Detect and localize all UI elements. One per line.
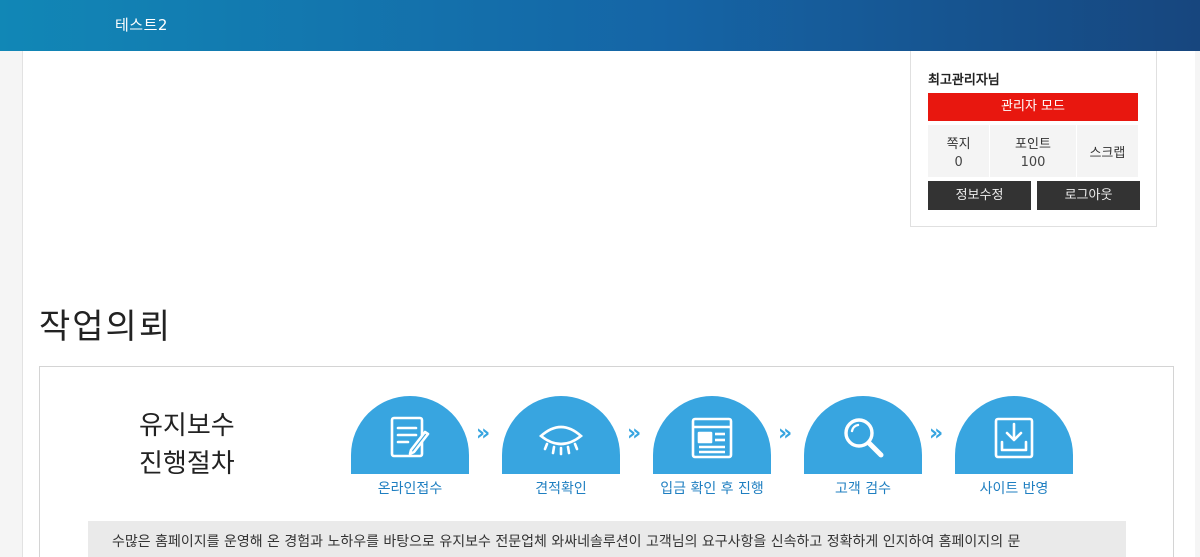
stat-point-value: 100 <box>1020 154 1046 170</box>
step-circle <box>653 396 771 474</box>
user-name: 최고관리자님 <box>928 73 1000 88</box>
chevron-double-right-icon: » <box>778 421 793 446</box>
site-title[interactable]: 테스트2 <box>115 14 168 35</box>
chevron-double-right-icon: » <box>476 421 491 446</box>
chevron-double-right-icon: » <box>627 421 642 446</box>
stat-point-label: 포인트 <box>1015 136 1051 152</box>
process-title: 유지보수 진행절차 <box>139 407 235 483</box>
user-login-box: 최고관리자님 관리자 모드 쪽지 0 포인트 100 스크랩 정보수정 로그아웃 <box>910 51 1157 227</box>
process-title-line2: 진행절차 <box>139 449 235 479</box>
admin-mode-button[interactable]: 관리자 모드 <box>928 93 1138 121</box>
stat-memo-value: 0 <box>954 154 963 170</box>
stat-scrap[interactable]: 스크랩 <box>1077 125 1138 177</box>
stat-memo-label: 쪽지 <box>946 136 971 152</box>
page-title: 작업의뢰 <box>39 307 173 347</box>
step-circle <box>804 396 922 474</box>
step-circle <box>955 396 1073 474</box>
step-label: 입금 확인 후 진행 <box>660 481 764 497</box>
process-step-online: 온라인접수 <box>351 396 469 498</box>
process-title-line1: 유지보수 <box>139 411 235 441</box>
stat-memo[interactable]: 쪽지 0 <box>928 125 991 177</box>
step-label: 고객 검수 <box>835 481 891 497</box>
process-description: 수많은 홈페이지를 운영해 온 경험과 노하우를 바탕으로 유지보수 전문업체 … <box>88 521 1126 557</box>
edit-profile-button[interactable]: 정보수정 <box>928 181 1031 210</box>
chevron-double-right-icon: » <box>929 421 944 446</box>
document-window-icon <box>691 417 733 459</box>
step-label: 견적확인 <box>535 481 587 497</box>
magnifier-icon <box>844 418 884 458</box>
process-panel: 유지보수 진행절차 온라인접수 » 견적확인 » 입금 확인 후 진행 » 고객… <box>39 366 1174 557</box>
user-stats: 쪽지 0 포인트 100 스크랩 <box>928 125 1138 177</box>
stat-point[interactable]: 포인트 100 <box>990 125 1077 177</box>
logout-button[interactable]: 로그아웃 <box>1037 181 1140 210</box>
stat-scrap-label: 스크랩 <box>1089 145 1126 161</box>
process-step-estimate: 견적확인 <box>502 396 620 498</box>
process-step-payment: 입금 확인 후 진행 <box>653 396 771 498</box>
step-label: 사이트 반영 <box>979 481 1049 497</box>
download-tray-icon <box>994 417 1034 459</box>
step-circle <box>351 396 469 474</box>
user-actions: 정보수정 로그아웃 <box>928 181 1140 210</box>
form-pencil-icon <box>390 416 430 458</box>
eye-icon <box>538 425 584 456</box>
process-step-review: 고객 검수 <box>804 396 922 498</box>
step-circle <box>502 396 620 474</box>
top-header: 테스트2 <box>0 0 1200 51</box>
step-label: 온라인접수 <box>377 481 443 497</box>
process-step-deploy: 사이트 반영 <box>955 396 1073 498</box>
